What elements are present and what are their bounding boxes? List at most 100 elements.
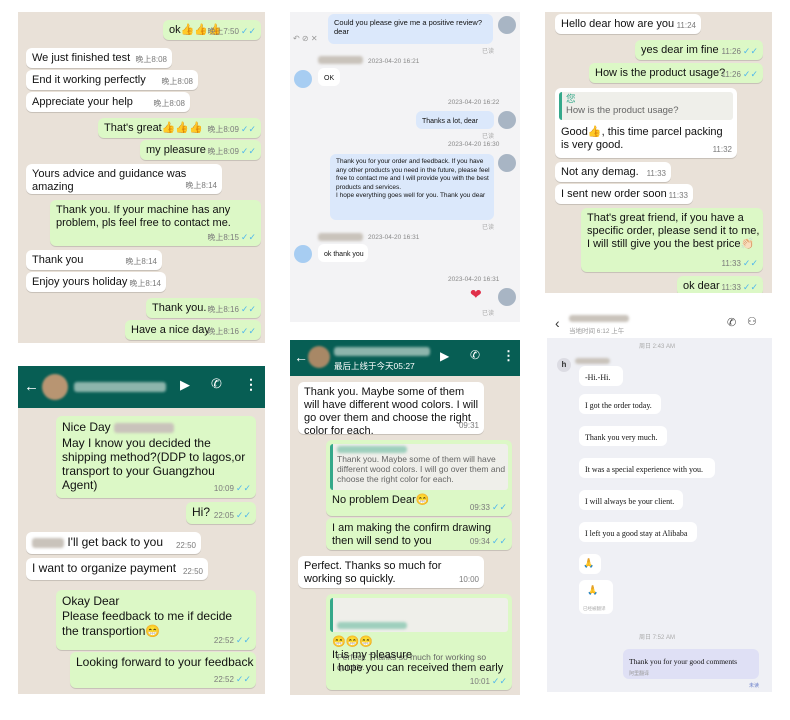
message-text: Nice Day — [62, 420, 111, 434]
avatar — [308, 346, 330, 368]
chat-bubble: I sent new order soon 11:33 — [555, 184, 693, 204]
chat-bubble: I want to organize payment 22:50 — [26, 558, 208, 580]
message-text: I sent new order soon — [561, 188, 667, 200]
translated-note: 阿里翻译 — [629, 672, 650, 677]
chat-bubble: Could you please give me a positive revi… — [328, 14, 493, 44]
date-divider: 周日 2:43 AM — [639, 344, 676, 350]
chat-bubble: Thank you. 晚上8:16 ✓✓ — [146, 298, 261, 318]
call-icon[interactable]: ✆ — [727, 316, 736, 329]
message-text: I'll get back to you — [67, 535, 164, 549]
last-seen: 最后上线于今天05:27 — [334, 361, 415, 371]
quoted-message: Perfect. Thanks so much for working so q… — [330, 598, 508, 672]
read-check-icon: ✓✓ — [491, 536, 507, 546]
chat-bubble: ok thank you — [318, 244, 368, 262]
chat-bubble: I'll get back to you 22:50 — [26, 532, 201, 554]
chat-bubble: Enjoy yours holiday 晚上8:14 — [26, 272, 166, 292]
read-check-icon: ✓✓ — [235, 635, 251, 645]
translated-note: 已经被翻译 — [583, 606, 606, 611]
read-check-icon: ✓✓ — [240, 146, 256, 156]
message-text: I am making the confirm drawing then wil… — [332, 522, 491, 547]
chat-bubble: Not any demag. 11:33 — [555, 162, 671, 182]
chat-bubble: I got the order today. — [579, 394, 661, 414]
chat-bubble: Perfect. Thanks so much for working so q… — [326, 594, 512, 690]
read-check-icon: ✓✓ — [235, 483, 251, 493]
read-check-icon: ✓✓ — [240, 232, 256, 242]
message-text: I will always be your client. — [585, 497, 675, 506]
chat-bubble: ok👍👍👍 晚上7:50 ✓✓ — [163, 20, 261, 40]
chat-bubble: Perfect. Thanks so much for working so q… — [298, 556, 484, 588]
message-time: 09:31 — [458, 421, 479, 430]
chat-bubble: Thank you 晚上8:14 — [26, 250, 162, 270]
message-time: 晚上8:14 — [129, 279, 161, 288]
message-time: 晚上8:08 — [135, 55, 167, 64]
message-time: 晚上8:14 — [125, 257, 157, 266]
chat-bubble: my pleasure 晚上8:09 ✓✓ — [140, 140, 261, 160]
read-check-icon: ✓✓ — [240, 326, 256, 336]
read-check-icon: ✓✓ — [491, 502, 507, 512]
chat-bubble: Appreciate your help 晚上8:08 — [26, 92, 190, 112]
quoted-message: Thank you. Maybe some of them will have … — [330, 444, 508, 490]
message-text: ok thank you — [324, 251, 364, 258]
chat-panel-3: Hello dear how are you 11:24 yes dear im… — [545, 12, 772, 293]
back-arrow-icon[interactable]: ← — [294, 349, 308, 365]
chat-header: ← ▶ ✆ ⋮ — [18, 366, 265, 408]
chat-bubble: Hi? 22:05 ✓✓ — [186, 502, 256, 524]
chat-bubble: Thank you. Maybe some of them will have … — [326, 440, 512, 516]
chat-bubble: Thank you for your good comments 阿里翻译 — [623, 649, 759, 679]
phone-icon[interactable]: ✆ — [211, 376, 222, 392]
timestamp: 2023-04-20 16:21 — [368, 58, 420, 65]
more-options-icon[interactable]: ⋮ — [244, 376, 258, 393]
back-arrow-icon[interactable]: ‹ — [555, 315, 560, 331]
chat-bubble: OK — [318, 68, 340, 86]
message-text: ok dear — [683, 280, 720, 292]
message-text: We just finished test — [32, 52, 131, 64]
read-check-icon: ✓✓ — [235, 674, 251, 684]
message-text: Thank you. — [152, 302, 207, 314]
chat-bubble: 🙏 — [579, 554, 601, 574]
chat-bubble: -Hi.-Hi. — [579, 366, 623, 386]
message-text: Thank you very much. — [585, 433, 658, 442]
avatar — [42, 374, 68, 400]
message-text: Thank you — [32, 254, 84, 266]
contact-name — [334, 347, 430, 356]
contact-name — [569, 315, 629, 322]
heart-sticker: ❤ — [470, 286, 482, 302]
message-time: 10:00 — [458, 575, 479, 584]
message-text: Thank you for your good comments — [629, 657, 738, 666]
message-time: 晚上7:50 — [207, 27, 239, 36]
message-time: 22:52 — [213, 636, 234, 645]
message-time: 晚上8:14 — [185, 181, 217, 190]
chat-bubble: Thank you. If your machine has any probl… — [50, 200, 261, 246]
avatar — [498, 154, 516, 172]
message-time: 晚上8:15 — [207, 233, 239, 242]
message-text: Not any demag. — [561, 166, 639, 178]
message-text: Hello dear how are you — [561, 18, 675, 30]
back-arrow-icon[interactable]: ← — [24, 378, 39, 395]
message-time: 11:24 — [676, 21, 696, 30]
message-time: 11:33 — [721, 259, 741, 268]
contact-profile-icon[interactable]: ⚇ — [747, 315, 757, 328]
chat-bubble: How is the product usage? 11:26 ✓✓ — [589, 63, 763, 83]
video-call-icon[interactable]: ▶ — [440, 349, 449, 363]
quote-text: How is the product usage? — [566, 105, 679, 116]
phone-icon[interactable]: ✆ — [470, 348, 480, 362]
message-text: 😁😁😁 It is my pleasure I hope you can rec… — [332, 636, 504, 674]
chat-bubble: That's great friend, if you have a speci… — [581, 208, 763, 272]
message-time: 09:33 — [469, 503, 490, 512]
message-text: Enjoy yours holiday — [32, 276, 128, 288]
message-text: Thank you for your order and feedback. I… — [336, 158, 490, 199]
chat-header: ← 最后上线于今天05:27 ▶ ✆ ⋮ — [290, 340, 520, 376]
message-text: I got the order today. — [585, 401, 652, 410]
message-text: That's great friend, if you have a speci… — [587, 212, 760, 250]
message-text: yes dear im fine — [641, 44, 719, 56]
message-text: Appreciate your help — [32, 96, 133, 108]
date-divider: 周日 7:52 AM — [639, 635, 676, 641]
message-time: 晚上8:08 — [161, 77, 193, 86]
message-text: Hi? — [192, 505, 211, 519]
read-check-icon: ✓✓ — [240, 26, 256, 36]
video-call-icon[interactable]: ▶ — [180, 377, 190, 393]
more-options-icon[interactable]: ⋮ — [502, 348, 515, 364]
chat-panel-6: ‹ 当地时间 6:12 上午 ✆ ⚇ 周日 2:43 AM h -Hi.-Hi.… — [547, 310, 772, 692]
timestamp: 2023-04-20 16:30 — [448, 141, 500, 148]
chat-bubble: Thank you very much. — [579, 426, 667, 446]
